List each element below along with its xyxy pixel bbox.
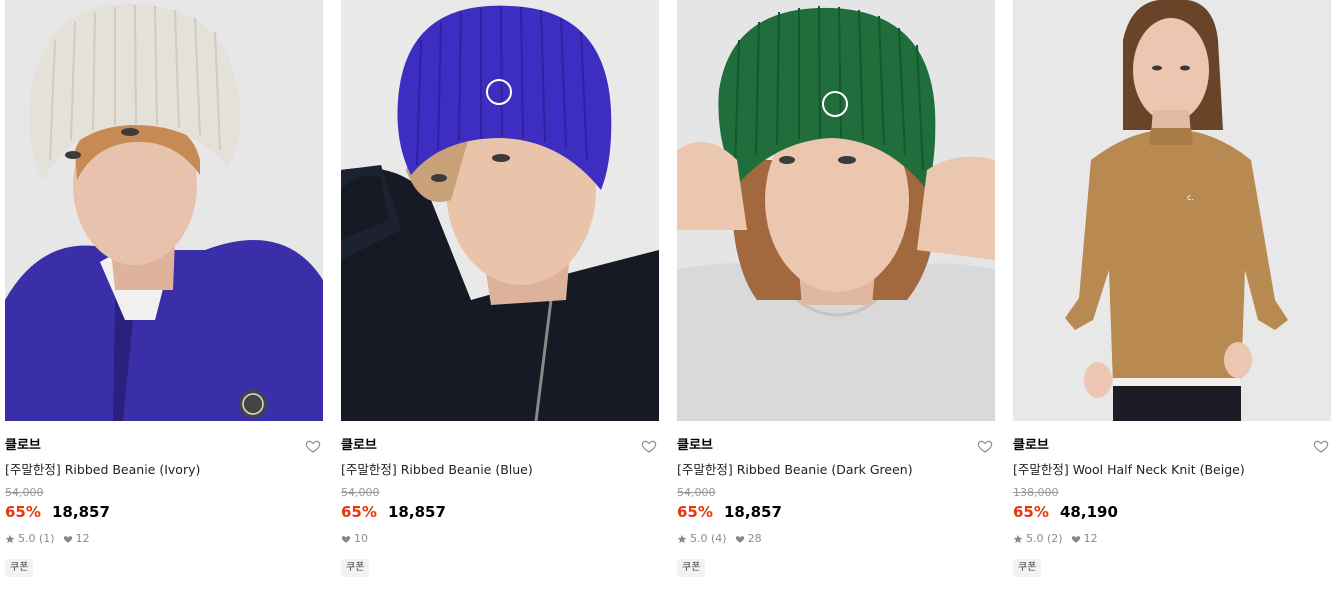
brand-name[interactable]: 클로브 — [677, 437, 995, 455]
product-image[interactable] — [5, 0, 323, 421]
discount-rate: 65% — [341, 503, 377, 521]
like-count: 28 — [747, 532, 762, 545]
sale-price: 18,857 — [724, 503, 782, 521]
brand-name[interactable]: 클로브 — [1013, 437, 1331, 455]
product-name[interactable]: [주말한정] Wool Half Neck Knit (Beige) — [1013, 461, 1331, 478]
discount-rate: 65% — [5, 503, 41, 521]
product-stats: 5.0 (2) 12 — [1013, 532, 1331, 546]
product-image[interactable] — [341, 0, 659, 421]
product-photo-green-beanie — [677, 0, 995, 421]
heart-filled-icon — [341, 534, 351, 544]
svg-text:c.: c. — [1187, 193, 1194, 202]
heart-filled-icon — [735, 534, 745, 544]
product-name[interactable]: [주말한정] Ribbed Beanie (Dark Green) — [677, 461, 995, 478]
heart-filled-icon — [63, 534, 73, 544]
rating-value: 5.0 — [690, 532, 708, 545]
heart-outline-icon[interactable] — [305, 438, 321, 454]
star-icon — [5, 534, 15, 544]
review-count: (4) — [711, 532, 727, 545]
coupon-badge: 쿠폰 — [5, 559, 34, 577]
product-photo-beige-knit: c. — [1013, 0, 1331, 421]
product-name[interactable]: [주말한정] Ribbed Beanie (Ivory) — [5, 461, 323, 478]
product-stats: 10 — [341, 532, 659, 546]
brand-name[interactable]: 클로브 — [5, 437, 323, 455]
product-grid: 클로브 [주말한정] Ribbed Beanie (Ivory) 54,000 … — [0, 0, 1333, 590]
like-count: 12 — [75, 532, 90, 545]
product-image[interactable]: c. — [1013, 0, 1331, 421]
like-count: 10 — [354, 532, 368, 545]
sale-price: 48,190 — [1060, 503, 1118, 521]
heart-outline-icon[interactable] — [1313, 438, 1329, 454]
original-price: 54,000 — [677, 486, 716, 499]
product-photo-blue-beanie — [341, 0, 659, 421]
product-stats: 5.0 (4) 28 — [677, 532, 995, 546]
rating: 5.0 (1) — [5, 532, 55, 546]
product-photo-ivory-beanie — [5, 0, 323, 421]
discount-rate: 65% — [677, 503, 713, 521]
sale-price: 18,857 — [52, 503, 110, 521]
likes: 10 — [341, 532, 368, 546]
product-name[interactable]: [주말한정] Ribbed Beanie (Blue) — [341, 461, 659, 478]
like-count: 12 — [1083, 532, 1098, 545]
discount-rate: 65% — [1013, 503, 1049, 521]
coupon-badge: 쿠폰 — [677, 559, 706, 577]
brand-name[interactable]: 클로브 — [341, 437, 659, 455]
star-icon — [1013, 534, 1023, 544]
original-price: 54,000 — [341, 486, 380, 499]
star-icon — [677, 534, 687, 544]
likes: 12 — [1071, 532, 1098, 546]
heart-filled-icon — [1071, 534, 1081, 544]
coupon-badge: 쿠폰 — [341, 559, 370, 577]
sale-price: 18,857 — [388, 503, 446, 521]
heart-outline-icon[interactable] — [641, 438, 657, 454]
original-price: 138,000 — [1013, 486, 1059, 499]
review-count: (1) — [39, 532, 55, 545]
product-stats: 5.0 (1) 12 — [5, 532, 323, 546]
likes: 28 — [735, 532, 762, 546]
likes: 12 — [63, 532, 90, 546]
heart-outline-icon[interactable] — [977, 438, 993, 454]
product-card[interactable]: 클로브 [주말한정] Ribbed Beanie (Ivory) 54,000 … — [5, 0, 323, 577]
product-image[interactable] — [677, 0, 995, 421]
coupon-badge: 쿠폰 — [1013, 559, 1042, 577]
rating: 5.0 (4) — [677, 532, 727, 546]
product-card[interactable]: c. 클로브 [주말한정] Wool Half Neck Knit (Beige… — [1013, 0, 1331, 577]
review-count: (2) — [1047, 532, 1063, 545]
product-card[interactable]: 클로브 [주말한정] Ribbed Beanie (Dark Green) 54… — [677, 0, 995, 577]
rating-value: 5.0 — [1026, 532, 1044, 545]
rating-value: 5.0 — [18, 532, 36, 545]
rating: 5.0 (2) — [1013, 532, 1063, 546]
original-price: 54,000 — [5, 486, 44, 499]
product-card[interactable]: 클로브 [주말한정] Ribbed Beanie (Blue) 54,000 6… — [341, 0, 659, 577]
